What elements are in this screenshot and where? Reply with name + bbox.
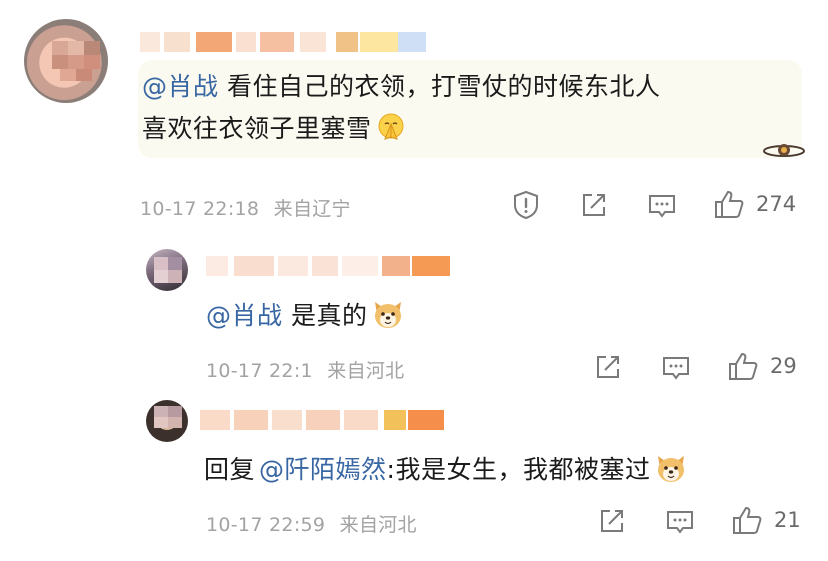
- reply-meta: 10-17 22:59 来自河北: [206, 510, 417, 537]
- username-blurred[interactable]: [200, 410, 450, 430]
- username-blurred[interactable]: [206, 256, 456, 276]
- comment-icon[interactable]: [665, 509, 695, 536]
- like-count: 274: [756, 192, 797, 216]
- share-icon[interactable]: [580, 191, 608, 219]
- comment-icon[interactable]: [647, 193, 677, 220]
- praying-face-emoji: [376, 112, 406, 142]
- reply-location: 来自河北: [339, 514, 417, 536]
- comment-text: @肖战 看住自己的衣领，打雪仗的时候东北人 喜欢往衣领子里塞雪: [142, 72, 661, 143]
- reply-text: 回复 @阡陌嫣然:我是女生，我都被塞过: [204, 450, 688, 487]
- reply-time: 10-17 22:59: [206, 514, 326, 536]
- avatar[interactable]: [24, 19, 108, 103]
- reply-location: 来自河北: [327, 360, 405, 382]
- reply-meta: 10-17 22:1 来自河北: [206, 356, 404, 383]
- mention-link[interactable]: @肖战: [206, 301, 283, 330]
- mention-link[interactable]: @阡陌嫣然: [259, 455, 387, 484]
- avatar-mosaic: [154, 257, 182, 283]
- avatar[interactable]: [146, 400, 188, 442]
- username-blurred[interactable]: [140, 32, 430, 52]
- avatar[interactable]: [146, 249, 188, 291]
- dog-face-emoji: [371, 298, 405, 330]
- share-icon[interactable]: [594, 353, 622, 381]
- dog-face-emoji: [654, 452, 688, 484]
- share-icon[interactable]: [598, 507, 626, 535]
- like-count: 21: [774, 508, 801, 532]
- mention-link[interactable]: @肖战: [142, 72, 219, 101]
- thumbs-up-icon[interactable]: [713, 189, 745, 220]
- like-count: 29: [770, 354, 797, 378]
- reply-time: 10-17 22:1: [206, 360, 313, 382]
- avatar-mosaic: [52, 41, 102, 81]
- report-icon[interactable]: [512, 190, 540, 220]
- reply-text: @肖战 是真的: [206, 296, 405, 333]
- comment-time: 10-17 22:18: [140, 198, 260, 220]
- comment-meta: 10-17 22:18 来自辽宁: [140, 194, 351, 221]
- comment-location: 来自辽宁: [273, 198, 351, 220]
- thumbs-up-icon[interactable]: [727, 351, 759, 382]
- avatar-mosaic: [154, 406, 182, 428]
- comment-icon[interactable]: [661, 355, 691, 382]
- thumbs-up-icon[interactable]: [731, 505, 763, 536]
